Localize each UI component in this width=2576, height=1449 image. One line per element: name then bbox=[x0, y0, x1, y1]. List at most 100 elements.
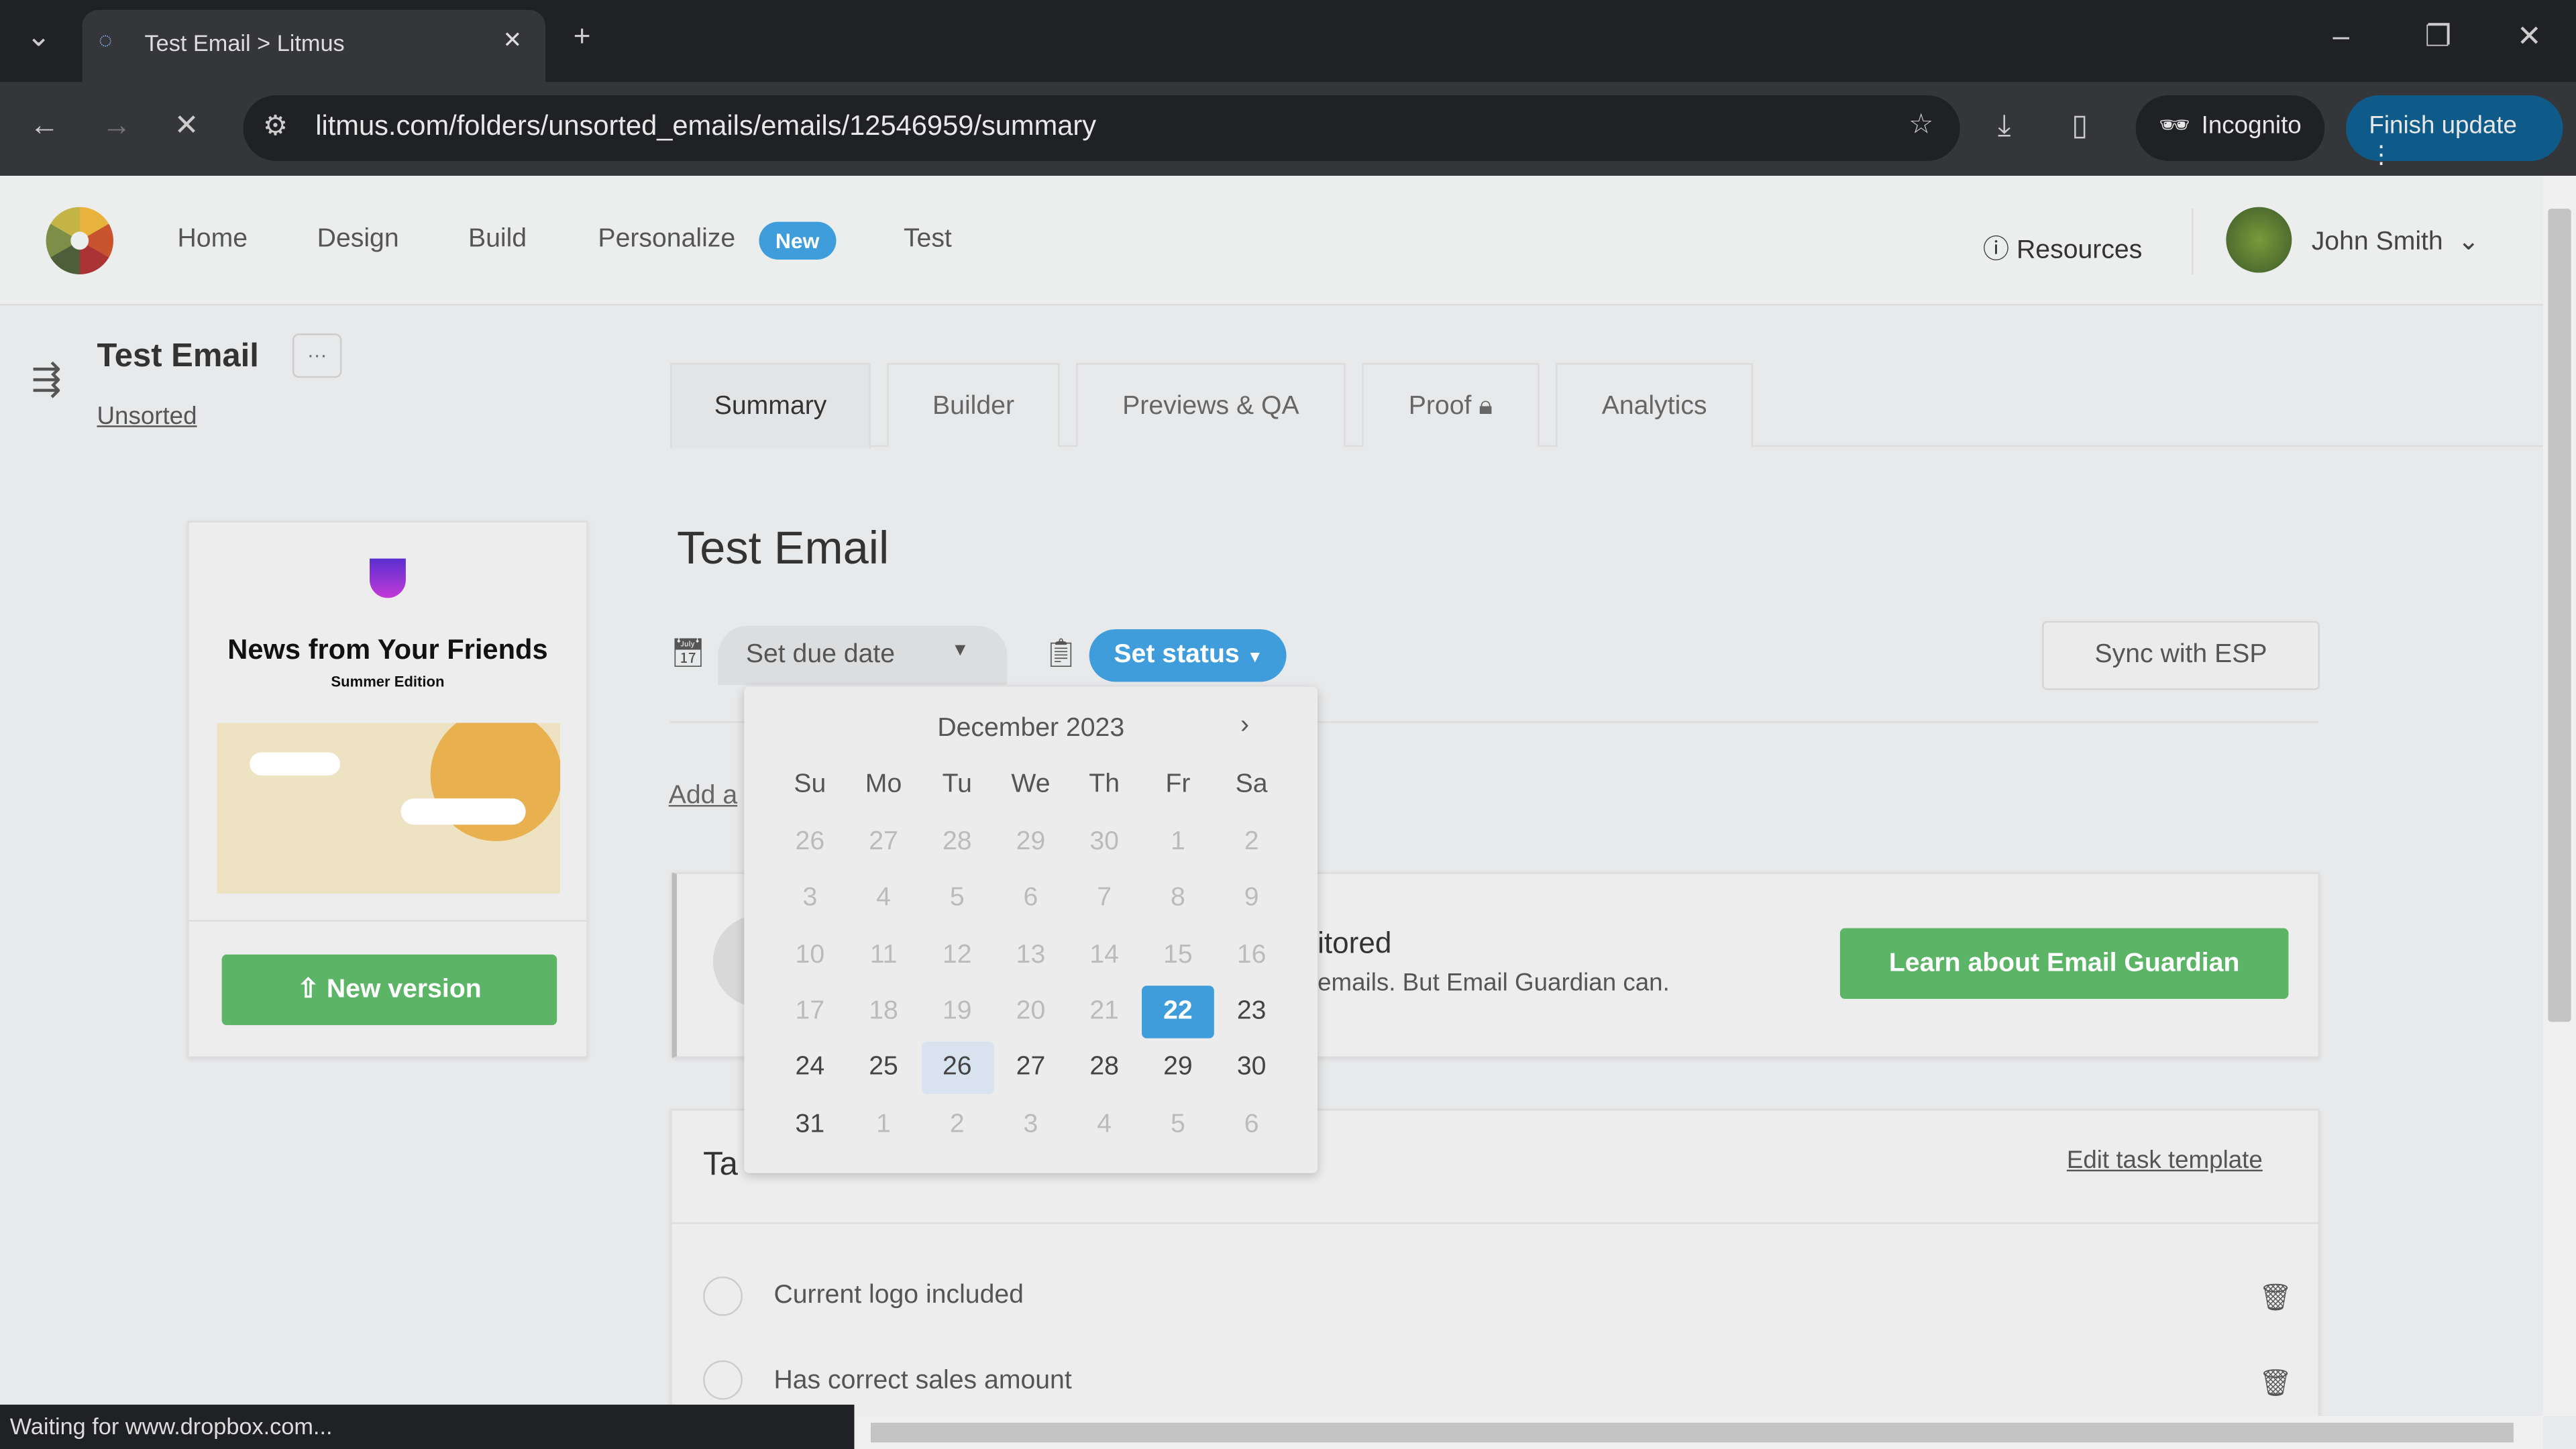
task-checkbox[interactable] bbox=[703, 1360, 743, 1400]
calendar-day: 13 bbox=[1016, 941, 1046, 969]
nav-build[interactable]: Build bbox=[468, 225, 527, 255]
task-label: Has correct sales amount bbox=[773, 1366, 1072, 1395]
sidebar-toggle-icon[interactable]: ⇶ bbox=[32, 358, 62, 401]
url-text: litmus.com/folders/unsorted_emails/email… bbox=[315, 110, 1097, 142]
calendar-icon: 📅︎ bbox=[670, 637, 706, 669]
weekday-label: Fr bbox=[1165, 770, 1191, 799]
side-panel-icon[interactable]: ▯ bbox=[2072, 109, 2088, 143]
calendar-day[interactable]: 24 bbox=[773, 1042, 846, 1094]
litmus-logo[interactable] bbox=[46, 207, 113, 274]
calendar-day: 27 bbox=[869, 828, 898, 856]
close-tab-icon[interactable]: ✕ bbox=[502, 26, 522, 54]
tab-search-icon[interactable]: ⌄ bbox=[26, 19, 51, 54]
calendar-day: 18 bbox=[869, 997, 898, 1025]
calendar-day: 21 bbox=[1089, 997, 1119, 1025]
guardian-title: itored bbox=[1318, 926, 1392, 960]
set-status-button[interactable]: Set status ▼ bbox=[1089, 629, 1287, 682]
tab-proof[interactable]: Proof 🔒︎ bbox=[1362, 363, 1540, 447]
new-version-label: New version bbox=[326, 975, 482, 1004]
tab-builder[interactable]: Builder bbox=[887, 363, 1060, 447]
new-version-button[interactable]: ⇧ New version bbox=[221, 954, 557, 1026]
calendar-day[interactable]: 23 bbox=[1216, 985, 1288, 1038]
more-options-button[interactable]: ··· bbox=[292, 333, 342, 378]
site-info-icon[interactable]: ⚙ bbox=[263, 110, 288, 143]
calendar-day: 4 bbox=[876, 884, 891, 912]
avatar[interactable] bbox=[2226, 207, 2292, 273]
calendar-day[interactable]: 28 bbox=[1068, 1042, 1140, 1094]
email-title: Test Email bbox=[97, 338, 259, 375]
preview-subhead: Summer Edition bbox=[331, 674, 445, 690]
nav-home[interactable]: Home bbox=[177, 225, 248, 255]
clipboard-icon: 📋︎ bbox=[1043, 637, 1079, 669]
user-name: John Smith bbox=[2311, 228, 2443, 257]
date-picker: December 2023 › Su Mo Tu We Th Fr Sa 26 27 28 29 30… bbox=[744, 686, 1318, 1173]
task-label: Current logo included bbox=[773, 1281, 1024, 1309]
sync-esp-button[interactable]: Sync with ESP bbox=[2042, 621, 2320, 690]
calendar-day: 2 bbox=[1244, 828, 1259, 856]
calendar-day: 10 bbox=[795, 941, 825, 969]
add-link[interactable]: Add a bbox=[669, 782, 737, 812]
tab-analytics[interactable]: Analytics bbox=[1556, 363, 1754, 447]
new-tab-icon[interactable]: + bbox=[574, 19, 591, 54]
browser-toolbar: ← → ✕ ⚙ litmus.com/folders/unsorted_email… bbox=[0, 82, 2576, 176]
browser-tab-strip: ⌄ ◌ Test Email > Litmus ✕ + – ❐ ✕ bbox=[0, 0, 2576, 83]
calendar-day: 3 bbox=[802, 884, 818, 912]
calendar-day: 5 bbox=[1171, 1110, 1185, 1138]
calendar-month: December 2023 bbox=[937, 714, 1125, 743]
calendar-day: 26 bbox=[795, 828, 825, 856]
vertical-scrollbar[interactable] bbox=[2543, 176, 2576, 1417]
incognito-indicator[interactable]: 🕶 Incognito bbox=[2135, 95, 2325, 162]
nav-personalize[interactable]: Personalize bbox=[598, 225, 735, 255]
calendar-day: 6 bbox=[1023, 884, 1038, 912]
task-checkbox[interactable] bbox=[703, 1276, 743, 1316]
finish-update-label: Finish update bbox=[2369, 111, 2517, 140]
minimize-icon[interactable]: – bbox=[2333, 19, 2350, 54]
edit-task-template-link[interactable]: Edit task template bbox=[2067, 1146, 2263, 1175]
due-date-dropdown[interactable]: Set due date ▼ bbox=[718, 626, 1008, 686]
download-icon[interactable]: ⤓ bbox=[1998, 109, 2011, 143]
close-window-icon[interactable]: ✕ bbox=[2517, 19, 2542, 54]
tab-summary[interactable]: Summary bbox=[670, 363, 871, 449]
restore-icon[interactable]: ❐ bbox=[2425, 19, 2452, 54]
learn-email-guardian-button[interactable]: Learn about Email Guardian bbox=[1839, 928, 2289, 999]
main-title: Test Email bbox=[676, 522, 890, 574]
calendar-day: 8 bbox=[1171, 884, 1185, 912]
calendar-day-hovered[interactable]: 26 bbox=[920, 1042, 994, 1095]
calendar-day[interactable]: 25 bbox=[847, 1042, 920, 1094]
next-month-icon[interactable]: › bbox=[1240, 711, 1249, 741]
calendar-day-selected[interactable]: 22 bbox=[1142, 985, 1214, 1038]
calendar-day: 4 bbox=[1097, 1110, 1112, 1138]
tab-label: Analytics bbox=[1601, 392, 1707, 421]
calendar-day[interactable]: 29 bbox=[1142, 1042, 1214, 1094]
stop-icon[interactable]: ✕ bbox=[174, 109, 199, 143]
calendar-day[interactable]: 30 bbox=[1216, 1042, 1288, 1094]
resources-label: Resources bbox=[2017, 236, 2143, 265]
tab-previews-qa[interactable]: Previews & QA bbox=[1076, 363, 1346, 447]
calendar-day[interactable]: 31 bbox=[773, 1098, 846, 1150]
calendar-day: 19 bbox=[942, 997, 972, 1025]
browser-tab[interactable]: ◌ Test Email > Litmus ✕ bbox=[82, 9, 546, 83]
calendar-day[interactable]: 27 bbox=[995, 1042, 1067, 1094]
tab-label: Previews & QA bbox=[1122, 392, 1299, 421]
incognito-icon: 🕶 bbox=[2158, 111, 2190, 140]
trash-icon[interactable]: 🗑︎ bbox=[2259, 1367, 2292, 1400]
weekday-label: Th bbox=[1089, 770, 1120, 799]
user-menu[interactable]: John Smith ⌄ bbox=[2312, 225, 2480, 258]
tab-label: Proof bbox=[1408, 392, 1472, 421]
horizontal-scrollbar[interactable] bbox=[854, 1416, 2544, 1449]
nav-design[interactable]: Design bbox=[317, 225, 399, 255]
bookmark-star-icon[interactable]: ☆ bbox=[1909, 109, 1933, 142]
preview-headline: News from Your Friends bbox=[227, 634, 548, 665]
calendar-day: 15 bbox=[1163, 941, 1193, 969]
trash-icon[interactable]: 🗑︎ bbox=[2259, 1281, 2292, 1314]
address-bar[interactable]: ⚙ litmus.com/folders/unsorted_emails/emai… bbox=[243, 95, 1960, 162]
lock-icon: 🔒︎ bbox=[1479, 392, 1493, 421]
weekday-label: Tu bbox=[942, 770, 972, 799]
preview-image bbox=[217, 722, 561, 894]
folder-link[interactable]: Unsorted bbox=[97, 402, 197, 431]
nav-test[interactable]: Test bbox=[904, 225, 952, 255]
resources-link[interactable]: ⓘ Resources bbox=[1983, 227, 2142, 266]
back-icon[interactable]: ← bbox=[30, 109, 59, 143]
finish-update-button[interactable]: Finish update ⋮ bbox=[2346, 95, 2563, 169]
forward-icon[interactable]: → bbox=[102, 109, 131, 143]
